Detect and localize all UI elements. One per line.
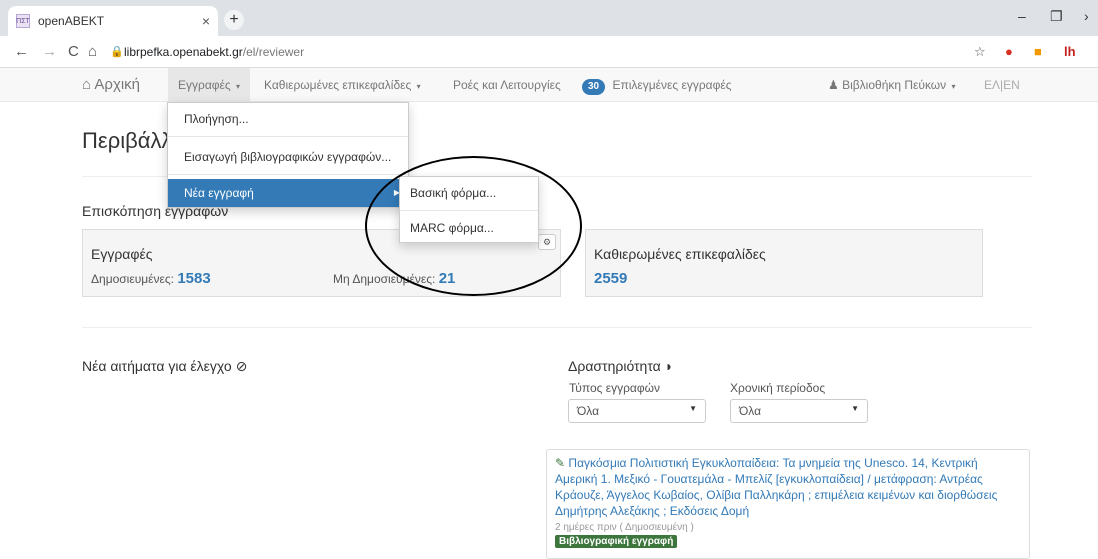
menu-item-import[interactable]: Εισαγωγή βιβλιογραφικών εγγραφών...	[168, 143, 408, 171]
user-icon: ♟	[828, 78, 839, 92]
published-stat: Δημοσιευμένες: 1583	[91, 270, 211, 287]
url-host: librpefka.openabekt.gr	[124, 45, 243, 59]
browser-tab-bar: ΠΣΤ openABEKT × + – ❐ ›	[0, 0, 1098, 36]
url-field[interactable]: librpefka.openabekt.gr/el/reviewer	[124, 45, 304, 59]
select-arrow-icon: ▼	[689, 404, 697, 413]
forward-icon[interactable]: →	[42, 43, 57, 60]
reload-icon[interactable]: C	[68, 43, 79, 60]
back-icon[interactable]: ←	[14, 43, 29, 60]
pencil-icon: ✎	[555, 456, 566, 470]
activity-record-link[interactable]: ✎ Παγκόσμια Πολιτιστική Εγκυκλοπαίδεια: …	[555, 455, 1021, 519]
requests-heading-label: Νέα αιτήματα για έλεγχο	[82, 358, 232, 374]
nav-library-dropdown[interactable]: ♟ Βιβλιοθήκη Πεύκων ▾	[828, 68, 956, 102]
submenu-item-basic-form[interactable]: Βασική φόρμα...	[400, 179, 538, 207]
nav-flows[interactable]: Ροές και Λειτουργίες	[453, 68, 561, 102]
caret-down-icon: ▾	[236, 82, 241, 91]
gear-icon[interactable]: ⚙	[538, 234, 556, 250]
nav-home-label: Αρχική	[94, 76, 140, 93]
tab-close-icon[interactable]: ×	[202, 13, 210, 29]
activity-record-title: Παγκόσμια Πολιτιστική Εγκυκλοπαίδεια: Τα…	[555, 456, 998, 518]
requests-heading: Νέα αιτήματα για έλεγχο ⊘	[82, 358, 247, 375]
authority-count[interactable]: 2559	[594, 270, 627, 287]
menu-divider	[168, 136, 408, 137]
restore-icon[interactable]: ❐	[1050, 8, 1063, 25]
new-tab-button[interactable]: +	[224, 10, 244, 30]
close-window-icon[interactable]: ›	[1084, 8, 1089, 24]
unpublished-stat: Μη Δημοσιευμένες: 21	[333, 270, 455, 287]
menu-item-new-record-label: Νέα εγγραφή	[184, 186, 254, 200]
home-browser-icon[interactable]: ⌂	[88, 43, 97, 60]
minimize-icon[interactable]: –	[1018, 8, 1026, 24]
activity-heading: Δραστηριότητα ◗	[568, 358, 673, 374]
filter-type-label: Τύπος εγγραφών	[569, 381, 661, 395]
filter-period-select[interactable]: Όλα ▼	[730, 399, 868, 423]
menu-item-browse[interactable]: Πλοήγηση...	[168, 105, 408, 133]
nav-selected-records[interactable]: 30 Επιλεγμένες εγγραφές	[582, 68, 732, 102]
activity-meta: 2 ημέρες πριν ( Δημοσιευμένη )	[555, 522, 694, 533]
nav-records-dropdown[interactable]: Εγγραφές ▾	[168, 68, 251, 102]
menu-item-new-record[interactable]: Νέα εγγραφή ▶	[168, 179, 408, 207]
extension-orange-icon[interactable]: ■	[1034, 44, 1042, 59]
nav-records-label: Εγγραφές	[178, 78, 231, 92]
caret-down-icon: ▾	[416, 82, 421, 91]
tab-title: openABEKT	[38, 14, 105, 28]
nav-authority-label: Καθιερωμένες επικεφαλίδες	[264, 78, 412, 92]
published-count[interactable]: 1583	[177, 270, 210, 287]
new-record-submenu: Βασική φόρμα... MARC φόρμα...	[399, 176, 539, 243]
rss-icon: ◗	[664, 358, 674, 374]
filter-period-value: Όλα	[739, 404, 762, 418]
url-path: /el/reviewer	[242, 45, 305, 59]
selected-count-badge: 30	[582, 79, 606, 95]
select-arrow-icon: ▼	[851, 404, 859, 413]
records-panel-title: Εγγραφές	[91, 246, 153, 262]
site-navbar: ⌂ Αρχική Εγγραφές ▾ Καθιερωμένες επικεφα…	[0, 68, 1098, 102]
authority-panel-title: Καθιερωμένες επικεφαλίδες	[594, 246, 766, 262]
activity-item: ✎ Παγκόσμια Πολιτιστική Εγκυκλοπαίδεια: …	[546, 449, 1030, 559]
submenu-item-marc-form[interactable]: MARC φόρμα...	[400, 214, 538, 242]
divider	[82, 327, 1032, 328]
extension-lh-icon[interactable]: lh	[1064, 44, 1076, 59]
site-favicon-icon: ΠΣΤ	[16, 14, 30, 28]
caret-down-icon: ▾	[951, 82, 956, 91]
bookmark-star-icon[interactable]: ☆	[974, 44, 986, 60]
record-type-tag: Βιβλιογραφική εγγραφή	[555, 535, 678, 548]
filter-type-value: Όλα	[577, 404, 600, 418]
filter-type-select[interactable]: Όλα ▼	[568, 399, 706, 423]
nav-home[interactable]: ⌂ Αρχική	[82, 68, 140, 102]
nav-selected-label: Επιλεγμένες εγγραφές	[612, 78, 732, 92]
address-bar-row: ← → C ⌂ 🔒 librpefka.openabekt.gr/el/revi…	[0, 36, 1098, 68]
check-circle-icon: ⊘	[235, 358, 248, 374]
adblock-icon[interactable]: ●	[1005, 44, 1013, 59]
unpublished-count[interactable]: 21	[439, 270, 456, 287]
records-dropdown-menu: Πλοήγηση... Εισαγωγή βιβλιογραφικών εγγρ…	[167, 102, 409, 208]
menu-divider	[400, 210, 538, 211]
published-label: Δημοσιευμένες:	[91, 272, 174, 286]
unpublished-label: Μη Δημοσιευμένες:	[333, 272, 436, 286]
home-icon: ⌂	[82, 76, 92, 93]
nav-authority-dropdown[interactable]: Καθιερωμένες επικεφαλίδες ▾	[264, 68, 421, 102]
language-switch[interactable]: ΕΛ|EN	[984, 68, 1020, 102]
lock-icon: 🔒	[110, 46, 124, 58]
filter-period-label: Χρονική περίοδος	[730, 381, 826, 395]
authority-panel: Καθιερωμένες επικεφαλίδες 2559	[585, 229, 983, 297]
browser-tab[interactable]: ΠΣΤ openABEKT ×	[8, 6, 218, 36]
nav-library-label: Βιβλιοθήκη Πεύκων	[842, 78, 947, 92]
authority-stat: 2559	[594, 270, 627, 287]
activity-heading-label: Δραστηριότητα	[568, 358, 661, 374]
menu-divider	[168, 174, 408, 175]
